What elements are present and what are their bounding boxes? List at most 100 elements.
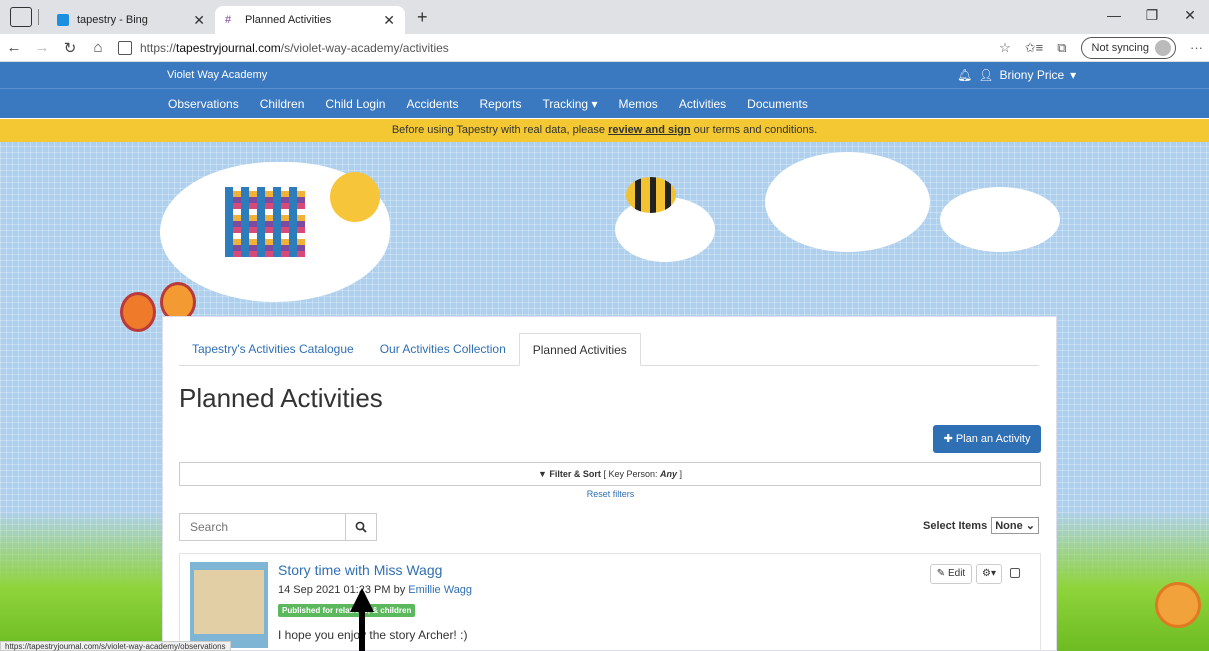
edit-button[interactable]: ✎ Edit: [930, 564, 972, 584]
filter-key-person-value: Any: [659, 469, 677, 479]
terms-notice: Before using Tapestry with real data, pl…: [0, 119, 1209, 142]
filter-detail-suffix: ]: [677, 469, 683, 479]
filter-icon: ▼: [537, 469, 547, 479]
search-icon: [355, 521, 367, 533]
gear-icon: ⚙: [982, 568, 991, 579]
grass-right-graphic: [1044, 511, 1209, 651]
filter-detail-prefix: [ Key Person:: [603, 469, 660, 479]
browser-tools: ☆ ✩≡ ⧉ Not syncing ···: [999, 36, 1203, 59]
address-bar-row: ← → ↻ ⌂ https:// tapestryjournal.com /s/…: [0, 34, 1209, 62]
status-bar-url: https://tapestryjournal.com/s/violet-way…: [0, 641, 231, 651]
edit-label: Edit: [947, 568, 966, 579]
search-input[interactable]: [180, 514, 345, 540]
minimize-icon[interactable]: —: [1095, 0, 1133, 30]
favorites-list-icon[interactable]: ✩≡: [1025, 40, 1043, 56]
user-icon: 👤︎: [978, 68, 994, 82]
menu-tracking[interactable]: Tracking ▾: [543, 97, 598, 111]
menu-activities[interactable]: Activities: [679, 97, 726, 111]
tab-title: tapestry - Bing: [77, 14, 148, 26]
select-activity-checkbox[interactable]: [1010, 568, 1020, 578]
menu-child-login[interactable]: Child Login: [325, 97, 385, 111]
window-controls: — ❐ ✕: [1095, 0, 1209, 30]
tab-title: Planned Activities: [245, 14, 332, 26]
filter-sort-bar[interactable]: ▼ Filter & Sort [ Key Person: Any ]: [179, 462, 1041, 486]
review-and-sign-link[interactable]: review and sign: [608, 124, 691, 136]
select-items-control: Select Items None ⌄: [923, 517, 1039, 534]
chevron-down-icon: ⌄: [1025, 520, 1035, 532]
user-menu[interactable]: 🔔︎ 👤︎ Briony Price ▾: [957, 68, 1076, 82]
tapestry-favicon-icon: #: [225, 14, 232, 26]
page-title: Planned Activities: [179, 383, 383, 413]
app-header: Violet Way Academy 🔔︎ 👤︎ Briony Price ▾: [0, 62, 1209, 88]
refresh-icon[interactable]: ↻: [56, 39, 84, 57]
school-name[interactable]: Violet Way Academy: [167, 69, 267, 81]
select-items-label: Select Items: [923, 519, 988, 532]
collections-icon[interactable]: ⧉: [1057, 40, 1066, 56]
user-name: Briony Price: [999, 68, 1065, 82]
sync-label: Not syncing: [1091, 41, 1149, 54]
menu-reports[interactable]: Reports: [479, 97, 521, 111]
url-field[interactable]: https:// tapestryjournal.com /s/violet-w…: [118, 37, 908, 59]
maximize-icon[interactable]: ❐: [1133, 0, 1171, 30]
cloud-graphic: [765, 152, 930, 252]
menu-tracking-label: Tracking: [542, 97, 589, 111]
favorite-star-icon[interactable]: ☆: [999, 40, 1011, 56]
settings-dropdown-button[interactable]: ⚙▾: [976, 564, 1002, 584]
plan-activity-button[interactable]: ✚ Plan an Activity: [933, 425, 1041, 453]
bee-graphic: [626, 177, 676, 213]
menu-accidents[interactable]: Accidents: [406, 97, 458, 111]
forward-icon[interactable]: →: [28, 39, 56, 56]
back-icon[interactable]: ←: [0, 39, 28, 56]
menu-memos[interactable]: Memos: [618, 97, 657, 111]
activity-tabs: Tapestry's Activities Catalogue Our Acti…: [179, 333, 1039, 366]
activity-title[interactable]: Story time with Miss Wagg: [278, 562, 442, 578]
bing-icon: [57, 14, 69, 26]
notice-text-after: our terms and conditions.: [690, 124, 818, 136]
sun-graphic: [330, 172, 380, 222]
lock-icon: [118, 40, 132, 55]
main-menu: Observations Children Child Login Accide…: [0, 88, 1209, 118]
tab-actions-icon[interactable]: [10, 7, 32, 27]
url-domain: tapestryjournal.com: [176, 40, 281, 55]
chevron-down-icon: ▾: [591, 97, 598, 111]
tapestry-logo-icon: [225, 187, 305, 257]
tab-activities-catalogue[interactable]: Tapestry's Activities Catalogue: [179, 333, 367, 365]
menu-documents[interactable]: Documents: [747, 97, 808, 111]
chevron-down-icon: ▾: [1070, 68, 1077, 82]
pointer-arrow-icon: [350, 588, 374, 651]
cloud-graphic: [940, 187, 1060, 252]
grass-left-graphic: [0, 511, 165, 651]
snail-graphic: [1155, 582, 1201, 628]
url-path: /s/violet-way-academy/activities: [280, 40, 449, 55]
tab-our-activities-collection[interactable]: Our Activities Collection: [367, 333, 519, 365]
close-tab-icon[interactable]: ✕: [383, 12, 395, 29]
home-icon[interactable]: ⌂: [84, 39, 112, 56]
close-tab-icon[interactable]: ✕: [193, 12, 205, 29]
more-menu-icon[interactable]: ···: [1190, 40, 1203, 55]
select-items-dropdown[interactable]: None ⌄: [991, 517, 1039, 534]
tab-planned-activities[interactable]: Planned Activities: [518, 333, 641, 366]
activity-thumbnail[interactable]: [190, 562, 268, 648]
menu-observations[interactable]: Observations: [168, 97, 239, 111]
filter-label: Filter & Sort: [549, 469, 601, 479]
close-window-icon[interactable]: ✕: [1171, 0, 1209, 30]
url-prefix: https://: [140, 40, 177, 55]
tab-separator: [38, 9, 39, 25]
activities-panel: Tapestry's Activities Catalogue Our Acti…: [162, 316, 1057, 651]
browser-tab-bar: tapestry - Bing ✕ # Planned Activities ✕…: [0, 0, 1209, 34]
plus-icon: ✚: [943, 433, 953, 445]
browser-tab-bing[interactable]: tapestry - Bing ✕: [47, 6, 215, 34]
search-box: [179, 513, 377, 541]
notice-text-before: Before using Tapestry with real data, pl…: [391, 124, 609, 136]
plan-activity-label: Plan an Activity: [955, 433, 1031, 445]
search-button[interactable]: [345, 514, 376, 540]
notifications-bell-icon[interactable]: 🔔︎: [957, 68, 972, 82]
activity-author-link[interactable]: Emillie Wagg: [408, 584, 472, 596]
sync-status-button[interactable]: Not syncing: [1080, 36, 1176, 59]
menu-children[interactable]: Children: [260, 97, 305, 111]
new-tab-icon[interactable]: +: [417, 7, 428, 28]
activity-card: Story time with Miss Wagg 14 Sep 2021 01…: [179, 553, 1041, 651]
browser-tab-planned-activities[interactable]: # Planned Activities ✕: [215, 6, 405, 34]
select-items-value: None: [995, 520, 1023, 532]
reset-filters-link[interactable]: Reset filters: [163, 489, 1058, 499]
